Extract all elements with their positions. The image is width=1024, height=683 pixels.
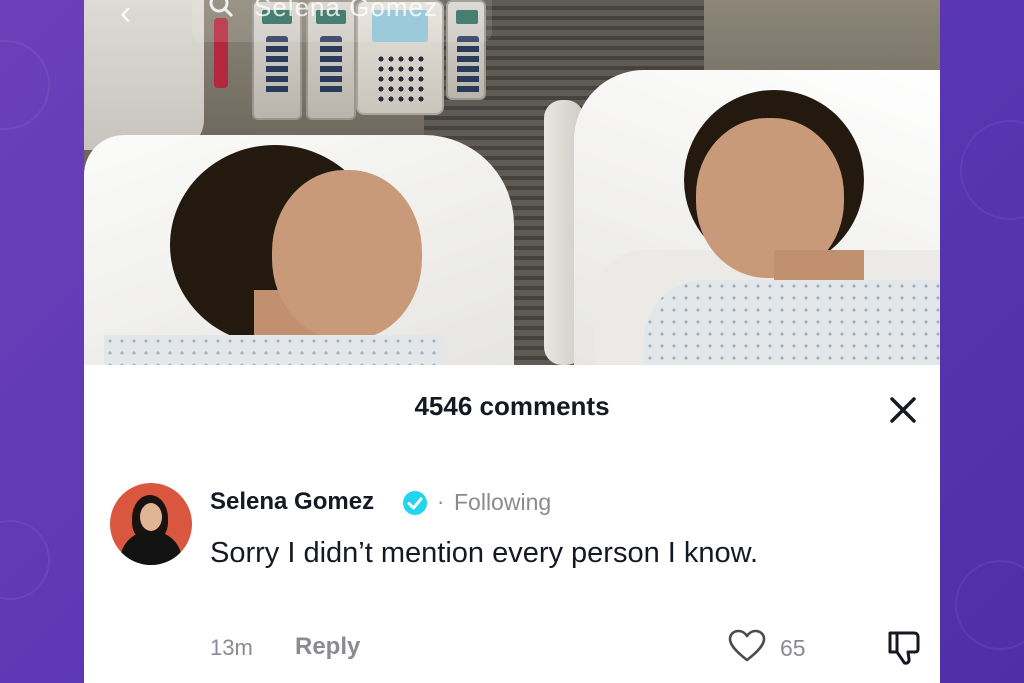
background-decoration [0,40,50,130]
search-query-text[interactable]: Selena Gomez [254,0,438,23]
avatar[interactable] [110,483,192,565]
back-chevron-icon[interactable]: ‹ [120,0,131,33]
comments-sheet: 4546 comments Selena Gomez · Following S… [84,365,940,683]
comment-text: Sorry I didn’t mention every person I kn… [210,537,759,569]
close-icon[interactable] [886,393,920,427]
dislike-icon[interactable] [884,627,924,667]
background-decoration [955,560,1024,650]
heart-icon[interactable] [728,629,766,663]
search-icon[interactable] [208,0,234,18]
phone-screen: ‹ Selena Gomez 4546 comments Selena Gome… [84,0,940,683]
background-decoration [960,120,1024,220]
reply-button[interactable]: Reply [295,633,360,661]
following-status: Following [454,489,552,515]
comment-username[interactable]: Selena Gomez [210,488,374,516]
bed-headboard-left [84,0,204,150]
like-count: 65 [780,635,806,661]
video-frame[interactable]: ‹ Selena Gomez [84,0,940,365]
comments-count-title: 4546 comments [414,391,610,421]
comment-timestamp: 13m [210,635,253,660]
background-decoration [0,520,50,600]
verified-badge-icon [403,491,427,515]
separator-dot: · [437,489,445,514]
